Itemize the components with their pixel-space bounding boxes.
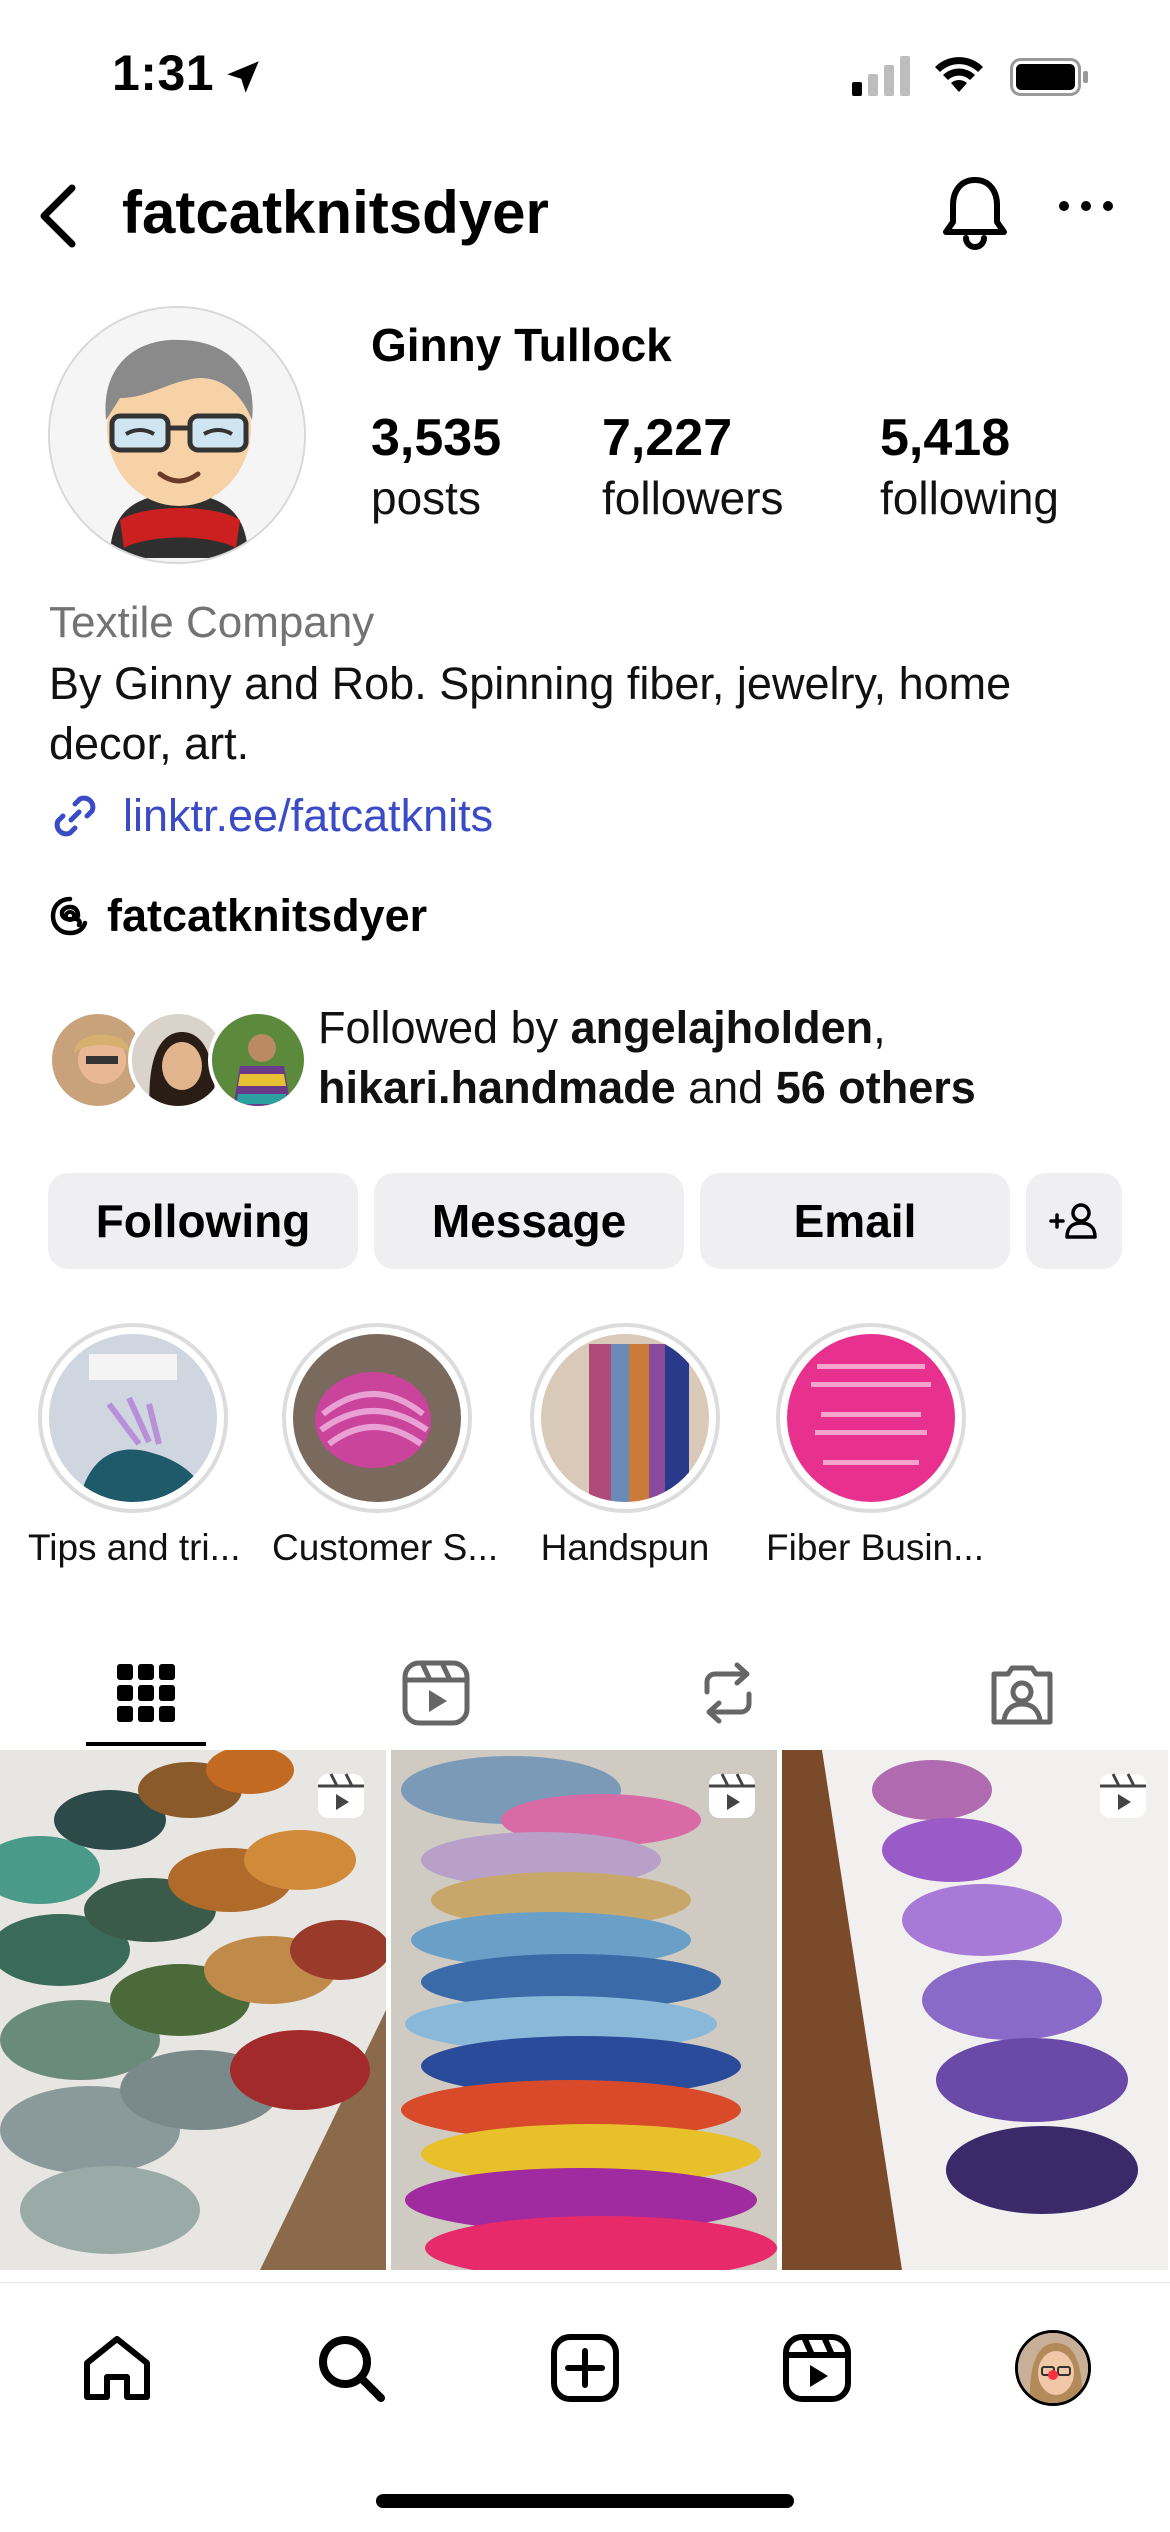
search-icon [319, 2336, 385, 2402]
link-icon [54, 795, 96, 837]
bell-icon[interactable] [938, 172, 1012, 259]
reel-badge-icon [1098, 1772, 1148, 1825]
profile-avatar [1015, 2330, 1091, 2406]
back-icon[interactable] [22, 170, 92, 260]
highlight-label: Handspun [540, 1527, 710, 1568]
cellular-signal-icon [852, 56, 912, 101]
stat-following[interactable]: 5,418 following [880, 408, 1059, 528]
threads-handle: fatcatknitsdyer [107, 890, 428, 941]
location-arrow-icon [222, 56, 264, 103]
reel-badge-icon [707, 1772, 757, 1825]
wifi-icon [932, 54, 986, 99]
followers-label: followers [602, 472, 784, 524]
home-icon [84, 2336, 150, 2400]
followed-by-user[interactable]: angelajholden [571, 1002, 874, 1053]
profile-category: Textile Company [49, 598, 375, 647]
post-thumbnail[interactable] [782, 1750, 1168, 2270]
posts-count: 3,535 [371, 409, 502, 467]
profile-link[interactable]: linktr.ee/fatcatknits [49, 790, 493, 842]
tab-reposts[interactable] [668, 1648, 788, 1738]
highlight-cover [787, 1334, 955, 1502]
highlight-handspun[interactable]: Handspun [520, 1323, 730, 1569]
highlight-cover [541, 1334, 709, 1502]
status-time: 1:31 [112, 45, 215, 101]
create-icon [551, 2334, 619, 2402]
follower-avatar [208, 1010, 308, 1110]
threads-badge[interactable]: fatcatknitsdyer [49, 890, 427, 942]
profile-username: fatcatknitsdyer [122, 179, 549, 246]
post-thumbnail[interactable] [0, 1750, 386, 2270]
followed-by-user[interactable]: hikari.handmade [318, 1062, 676, 1113]
message-button[interactable]: Message [374, 1173, 684, 1269]
tagged-icon [991, 1665, 1053, 1725]
reel-badge-icon [316, 1772, 366, 1825]
nav-reels[interactable] [772, 2323, 862, 2413]
active-tab-indicator [86, 1742, 206, 1746]
profile-link-text: linktr.ee/fatcatknits [123, 790, 494, 841]
highlight-label: Fiber Busin... [766, 1527, 984, 1568]
followed-by-avatars[interactable] [48, 1010, 308, 1112]
nav-home[interactable] [72, 2323, 162, 2413]
reels-icon [783, 2334, 851, 2402]
followers-count: 7,227 [602, 409, 733, 467]
post-thumbnail[interactable] [391, 1750, 777, 2270]
profile-display-name: Ginny Tullock [371, 319, 672, 371]
profile-header: fatcatknitsdyer [0, 160, 1170, 270]
following-count: 5,418 [880, 409, 1011, 467]
following-label: following [880, 472, 1059, 524]
nav-create[interactable] [540, 2323, 630, 2413]
threads-icon [50, 896, 88, 936]
followed-by-and: and [675, 1062, 776, 1113]
notification-dot [1048, 2370, 1058, 2380]
profile-bio: By Ginny and Rob. Spinning fiber, jewelr… [49, 658, 1012, 769]
posts-label: posts [371, 472, 481, 524]
highlight-tips[interactable]: Tips and tri... [28, 1323, 241, 1569]
nav-profile[interactable] [1008, 2323, 1098, 2413]
home-indicator [376, 2494, 794, 2508]
more-icon[interactable] [1056, 196, 1116, 221]
followed-by-prefix: Followed by [318, 1002, 571, 1053]
stat-followers[interactable]: 7,227 followers [602, 408, 784, 528]
nav-search[interactable] [306, 2323, 396, 2413]
tab-posts-grid[interactable] [86, 1648, 206, 1738]
highlight-cover [293, 1334, 461, 1502]
followed-by-others[interactable]: 56 others [776, 1062, 976, 1113]
suggested-people-button[interactable] [1026, 1173, 1122, 1269]
profile-avatar[interactable] [48, 306, 306, 564]
highlight-cover [49, 1334, 217, 1502]
followed-by-text[interactable]: Followed by angelajholden, hikari.handmad… [318, 998, 1138, 1118]
highlight-label: Customer S... [272, 1527, 499, 1568]
reels-icon [402, 1660, 470, 1726]
tab-reels[interactable] [376, 1648, 496, 1738]
following-button[interactable]: Following [48, 1173, 358, 1269]
stat-posts[interactable]: 3,535 posts [371, 408, 501, 528]
highlight-label: Tips and tri... [28, 1527, 241, 1568]
status-bar: 1:31 [0, 0, 1170, 150]
email-button[interactable]: Email [700, 1173, 1010, 1269]
grid-icon [117, 1664, 175, 1722]
battery-icon [1010, 58, 1090, 101]
followed-by-separator: , [873, 1002, 886, 1053]
tab-tagged[interactable] [962, 1648, 1082, 1738]
reposts-icon [704, 1662, 752, 1724]
highlight-fiber-business[interactable]: Fiber Busin... [766, 1323, 984, 1569]
highlight-customer[interactable]: Customer S... [272, 1323, 499, 1569]
add-person-icon [1049, 1203, 1097, 1239]
